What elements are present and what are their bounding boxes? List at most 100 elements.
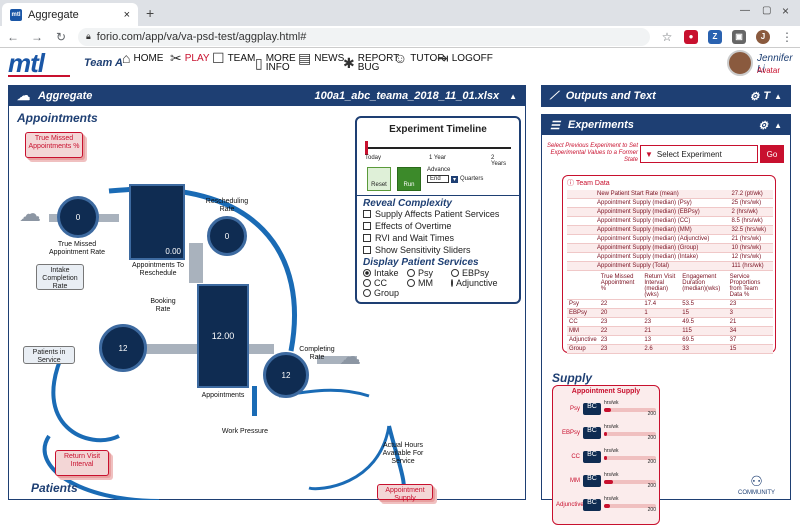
quarters-label: Quarters	[460, 176, 484, 182]
forward-icon[interactable]: →	[30, 30, 44, 44]
nav-team[interactable]: ☐ TEAM	[212, 50, 255, 66]
chart-icon: ⟋	[550, 89, 558, 102]
user-avatar[interactable]	[727, 50, 753, 76]
table-cell: 2.6	[642, 344, 681, 354]
reveal-checkbox[interactable]: RVI and Wait Times	[363, 233, 513, 243]
reveal-checkbox[interactable]: Supply Affects Patient Services	[363, 209, 513, 219]
table-cell: 23	[598, 335, 643, 345]
table-cell: 20	[598, 308, 643, 318]
intake-completion-card[interactable]: Intake Completion Rate	[36, 264, 84, 290]
appointment-supply-card[interactable]: Appointment Supply	[377, 484, 433, 502]
advance-select[interactable]: End	[427, 175, 449, 183]
user-config-icon[interactable]: ⚙	[749, 90, 759, 103]
supply-max: 200	[647, 507, 656, 513]
radio-circle[interactable]	[363, 279, 371, 287]
nav-play[interactable]: ✂ PLAY	[170, 51, 210, 65]
service-radio[interactable]: CC	[363, 278, 407, 288]
supply-unit: hrs/wk	[604, 496, 619, 502]
nav-news[interactable]: ▤ NEWS	[298, 51, 344, 65]
table-cell: Adjunctive	[567, 335, 599, 345]
service-label: Group	[374, 288, 400, 298]
experiment-select[interactable]: ▼ Select Experiment	[640, 145, 758, 163]
timeline-track[interactable]: Today 1 Year 2 Years	[365, 139, 511, 167]
service-radio[interactable]: Psy	[407, 268, 451, 278]
experiments-user-icon[interactable]: ⚙	[758, 119, 768, 132]
collapse-icon[interactable]: ▲	[509, 92, 517, 101]
table-cell: 8.5 (hrs/wk)	[729, 216, 773, 226]
radio-circle[interactable]	[407, 269, 415, 277]
browser-tab[interactable]: mtl Aggregate ×	[2, 3, 138, 26]
nav-home[interactable]: ⌂ HOME	[122, 51, 164, 65]
run-button[interactable]: Run	[397, 167, 421, 191]
experiments-panel: ☰ Experiments ⚙ ▲ Select Previous Experi…	[541, 114, 791, 525]
radio-circle[interactable]	[363, 289, 371, 297]
back-icon[interactable]: ←	[6, 30, 20, 44]
reveal-label: Effects of Overtime	[375, 221, 452, 231]
menu-icon[interactable]: ⋮	[780, 30, 794, 44]
url-input[interactable]: 🔒︎ forio.com/app/va/va-psd-test/aggplay.…	[78, 27, 650, 46]
service-radio[interactable]: EBPsy	[451, 268, 495, 278]
supply-slider-fill	[604, 432, 607, 436]
collapse-experiments-icon[interactable]: ▲	[774, 121, 782, 130]
table-row: Appointment Supply (median) (Adjunctive)…	[567, 234, 773, 244]
service-radio[interactable]: Adjunctive	[451, 278, 498, 288]
tab-close-icon[interactable]: ×	[124, 9, 130, 21]
timeline-marker[interactable]	[365, 141, 368, 155]
appointments-to-reschedule-stock: 0.00	[129, 184, 185, 260]
team-icon: ☐	[212, 50, 225, 66]
extension-red-icon[interactable]: ●	[684, 29, 698, 44]
checkbox-box[interactable]	[363, 222, 371, 230]
radio-circle[interactable]	[451, 269, 459, 277]
radio-circle[interactable]	[363, 269, 371, 277]
reveal-checkbox[interactable]: Show Sensitivity Sliders	[363, 245, 513, 255]
extension-box-icon[interactable]: ▣	[732, 29, 746, 44]
nav-report-bug[interactable]: ✱ REPORT BUG	[343, 54, 399, 73]
bookmark-star-icon[interactable]: ☆	[660, 30, 674, 44]
table-cell: CC	[567, 317, 599, 327]
table-cell: Appointment Supply (median) (CC)	[567, 216, 730, 226]
community-button[interactable]: ⚇ COMMUNITY	[738, 473, 775, 496]
reload-icon[interactable]: ↻	[54, 30, 68, 44]
service-label: Intake	[374, 268, 399, 278]
radio-circle[interactable]	[407, 279, 415, 287]
service-radio[interactable]: MM	[407, 278, 451, 288]
table-cell: MM	[567, 326, 599, 336]
profile-icon[interactable]: J	[756, 29, 770, 44]
table-cell: 15	[680, 308, 728, 318]
maximize-icon[interactable]: ▢	[762, 5, 771, 16]
reveal-checkbox[interactable]: Effects of Overtime	[363, 221, 513, 231]
return-visit-card[interactable]: Return Visit Interval	[55, 450, 109, 476]
cloud-icon: ☁	[17, 88, 30, 103]
nav-logoff[interactable]: ⇥ LOGOFF	[437, 51, 493, 65]
experiment-timeline-box: Experiment Timeline Today 1 Year 2 Years…	[355, 116, 521, 304]
extension-z-icon[interactable]: Z	[708, 29, 722, 44]
new-tab-button[interactable]: +	[146, 5, 154, 21]
go-button[interactable]: Go	[760, 145, 784, 163]
table-cell: 15	[727, 344, 773, 354]
table-cell: Appointment Supply (Total)	[567, 261, 730, 271]
table-cell: 25 (hrs/wk)	[729, 198, 773, 208]
collapse-outputs-icon[interactable]: ▲	[774, 92, 782, 101]
table-row: Appointment Supply (median) (Group) 10 (h…	[567, 243, 773, 253]
avatar-link[interactable]: Avatar	[757, 66, 780, 75]
radio-circle[interactable]	[451, 279, 453, 287]
true-missed-card[interactable]: True Missed Appointments %	[25, 132, 83, 158]
table-cell: Psy	[567, 299, 599, 309]
checkbox-box[interactable]	[363, 210, 371, 218]
nav-more-info[interactable]: ▯ MORE INFO	[255, 54, 296, 73]
tutor-icon: ☺	[393, 50, 408, 66]
checkbox-box[interactable]	[363, 246, 371, 254]
checkbox-box[interactable]	[363, 234, 371, 242]
nav-label: HOME	[133, 53, 164, 64]
reset-button[interactable]: Reset	[367, 167, 391, 191]
service-radio[interactable]: Intake	[363, 268, 407, 278]
advance-dropdown-icon[interactable]: ▾	[451, 175, 459, 183]
work-pressure-label: Work Pressure	[221, 428, 269, 435]
patients-in-service-card[interactable]: Patients in Service	[23, 346, 75, 364]
app-header: mtl Team A ⌂ HOME ✂ PLAY ☐ TEAM ▯ MORE INFO ▤ NEW…	[0, 48, 800, 84]
service-radio[interactable]: Group	[363, 288, 407, 298]
minimize-icon[interactable]: —	[740, 5, 750, 16]
close-window-icon[interactable]: ×	[782, 4, 789, 18]
true-missed-rate-dial: 0	[57, 196, 99, 238]
text-toggle-icon[interactable]: T	[763, 90, 770, 102]
